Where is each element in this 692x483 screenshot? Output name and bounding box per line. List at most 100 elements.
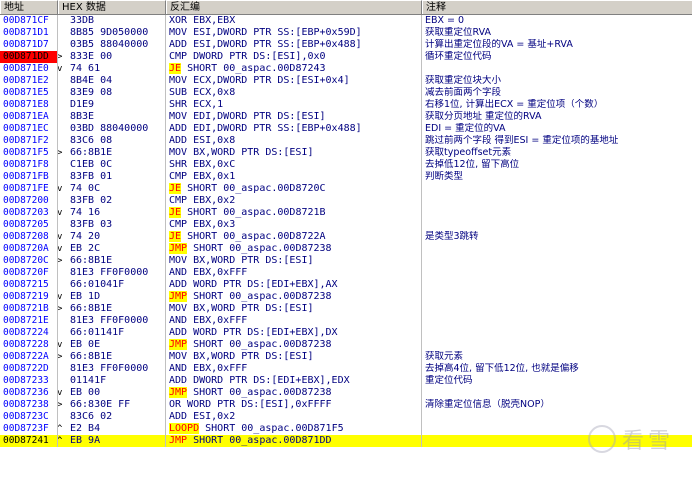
address-cell[interactable]: 00D8722A [0,351,58,363]
disasm-cell[interactable]: ADD WORD PTR DS:[EDI+EBX],AX [166,279,422,291]
code-row[interactable]: 00D871EC 03BD 88040000 ADD EDI,DWORD PTR S… [0,123,692,135]
hex-cell[interactable]: >66:8B1E [58,351,166,363]
address-cell[interactable]: 00D871E5 [0,87,58,99]
comment-cell[interactable]: 判断类型 [422,171,692,183]
disasm-cell[interactable]: SHR EBX,0xC [166,159,422,171]
address-cell[interactable]: 00D871F2 [0,135,58,147]
disasm-cell[interactable]: MOV BX,WORD PTR DS:[ESI] [166,255,422,267]
disasm-cell[interactable]: LOOPD SHORT 00_aspac.00D871F5 [166,423,422,435]
comment-cell[interactable]: 获取分页地址 重定位的RVA [422,111,692,123]
code-row[interactable]: 00D8722A>66:8B1EMOV BX,WORD PTR DS:[ESI]… [0,351,692,363]
disasm-cell[interactable]: AND EBX,0xFFF [166,363,422,375]
hex-cell[interactable]: 66:01041F [58,279,166,291]
hex-cell[interactable]: ^ E2 B4 [58,423,166,435]
hex-cell[interactable]: >66:8B1E [58,303,166,315]
code-row[interactable]: 00D87236v EB 00 JMP SHORT 00_aspac.00D8723… [0,387,692,399]
address-cell[interactable]: 00D8723C [0,411,58,423]
comment-cell[interactable] [422,207,692,219]
address-cell[interactable]: 00D8721E [0,315,58,327]
comment-cell[interactable]: 计算出重定位段的VA = 基址+RVA [422,39,692,51]
comment-cell[interactable] [422,267,692,279]
disasm-cell[interactable]: CMP EBX,0x2 [166,195,422,207]
code-row[interactable]: 00D87238>66:830E FFOR WORD PTR DS:[ESI],… [0,399,692,411]
address-cell[interactable]: 00D871F5 [0,147,58,159]
comment-cell[interactable] [422,339,692,351]
hex-cell[interactable]: 8B85 9D050000 [58,27,166,39]
hex-cell[interactable]: >833E 00 [58,51,166,63]
hex-cell[interactable]: 8B4E 04 [58,75,166,87]
code-row[interactable]: 00D871E2 8B4E 04 MOV ECX,DWORD PTR DS:[ESI… [0,75,692,87]
hex-cell[interactable]: 81E3 FF0F0000 [58,267,166,279]
hex-cell[interactable]: 83FB 03 [58,219,166,231]
hex-cell[interactable]: 33DB [58,15,166,27]
disasm-cell[interactable]: SHR ECX,1 [166,99,422,111]
address-cell[interactable]: 00D871E8 [0,99,58,111]
comment-cell[interactable] [422,279,692,291]
hex-cell[interactable]: v 74 16 [58,207,166,219]
disasm-cell[interactable]: JMP SHORT 00_aspac.00D87238 [166,243,422,255]
comment-cell[interactable]: EDI = 重定位的VA [422,123,692,135]
code-row[interactable]: 00D87224 66:01141F ADD WORD PTR DS:[EDI+EB… [0,327,692,339]
address-cell[interactable]: 00D87219 [0,291,58,303]
comment-cell[interactable] [422,63,692,75]
code-row[interactable]: 00D8720C>66:8B1EMOV BX,WORD PTR DS:[ESI] [0,255,692,267]
address-cell[interactable]: 00D8720A [0,243,58,255]
disasm-cell[interactable]: ADD ESI,0x8 [166,135,422,147]
code-row[interactable]: 00D87205 83FB 03 CMP EBX,0x3 [0,219,692,231]
hex-cell[interactable]: v 74 20 [58,231,166,243]
hex-cell[interactable]: C1EB 0C [58,159,166,171]
address-cell[interactable]: 00D87236 [0,387,58,399]
code-row[interactable]: 00D871FB 83FB 01 CMP EBX,0x1 判断类型 [0,171,692,183]
code-row[interactable]: 00D871E8 D1E9 SHR ECX,1 右移1位, 计算出ECX = 重定位项… [0,99,692,111]
comment-cell[interactable]: 跳过前两个字段 得到ESI = 重定位项的基地址 [422,135,692,147]
comment-cell[interactable]: 清除重定位信息（脱壳NOP） [422,399,692,411]
address-cell[interactable]: 00D871EC [0,123,58,135]
disasm-cell[interactable]: CMP EBX,0x3 [166,219,422,231]
disasm-cell[interactable]: ADD ESI,0x2 [166,411,422,423]
hex-cell[interactable]: >66:8B1E [58,255,166,267]
code-row[interactable]: 00D871D1 8B85 9D050000 MOV ESI,DWORD PTR S… [0,27,692,39]
comment-cell[interactable] [422,387,692,399]
disasm-cell[interactable]: XOR EBX,EBX [166,15,422,27]
disasm-cell[interactable]: JMP SHORT 00_aspac.00D871DD [166,435,422,447]
address-cell[interactable]: 00D8722D [0,363,58,375]
address-cell[interactable]: 00D87200 [0,195,58,207]
address-cell[interactable]: 00D8720F [0,267,58,279]
hex-cell[interactable]: v EB 2C [58,243,166,255]
comment-cell[interactable] [422,219,692,231]
hex-cell[interactable]: 81E3 FF0F0000 [58,315,166,327]
code-row[interactable]: 00D87203v 74 16 JE SHORT 00_aspac.00D8721B [0,207,692,219]
comment-column-header[interactable]: 注释 [422,0,692,14]
disasm-cell[interactable]: JE SHORT 00_aspac.00D87243 [166,63,422,75]
code-row[interactable]: 00D871FEv 74 0C JE SHORT 00_aspac.00D8720C [0,183,692,195]
address-cell[interactable]: 00D871E0 [0,63,58,75]
address-cell[interactable]: 00D87203 [0,207,58,219]
comment-cell[interactable]: 获取元素 [422,351,692,363]
disasm-cell[interactable]: JMP SHORT 00_aspac.00D87238 [166,387,422,399]
hex-cell[interactable]: 03BD 88040000 [58,123,166,135]
hex-column-header[interactable]: HEX 数据 [58,0,166,14]
address-cell[interactable]: 00D87233 [0,375,58,387]
code-row[interactable]: 00D87219v EB 1D JMP SHORT 00_aspac.00D8723… [0,291,692,303]
address-cell[interactable]: 00D871DD [0,51,58,63]
code-row[interactable]: 00D871E5 83E9 08 SUB ECX,0x8 减去前面两个字段 [0,87,692,99]
comment-cell[interactable]: 循环重定位代码 [422,51,692,63]
comment-cell[interactable] [422,183,692,195]
hex-cell[interactable]: v EB 1D [58,291,166,303]
hex-cell[interactable]: 66:01141F [58,327,166,339]
hex-cell[interactable]: >66:8B1E [58,147,166,159]
disasm-cell[interactable]: MOV EDI,DWORD PTR DS:[ESI] [166,111,422,123]
comment-cell[interactable] [422,195,692,207]
hex-cell[interactable]: 01141F [58,375,166,387]
code-row[interactable]: 00D871F5>66:8B1EMOV BX,WORD PTR DS:[ESI]… [0,147,692,159]
address-cell[interactable]: 00D8720C [0,255,58,267]
comment-cell[interactable] [422,327,692,339]
address-column-header[interactable]: 地址 [0,0,58,14]
hex-cell[interactable]: 83FB 02 [58,195,166,207]
address-cell[interactable]: 00D87215 [0,279,58,291]
disasm-cell[interactable]: JMP SHORT 00_aspac.00D87238 [166,339,422,351]
address-cell[interactable]: 00D871D1 [0,27,58,39]
code-row[interactable]: 00D871CF 33DB XOR EBX,EBX EBX = 0 [0,15,692,27]
address-cell[interactable]: 00D87224 [0,327,58,339]
code-row[interactable]: 00D871E0v 74 61 JE SHORT 00_aspac.00D87243 [0,63,692,75]
